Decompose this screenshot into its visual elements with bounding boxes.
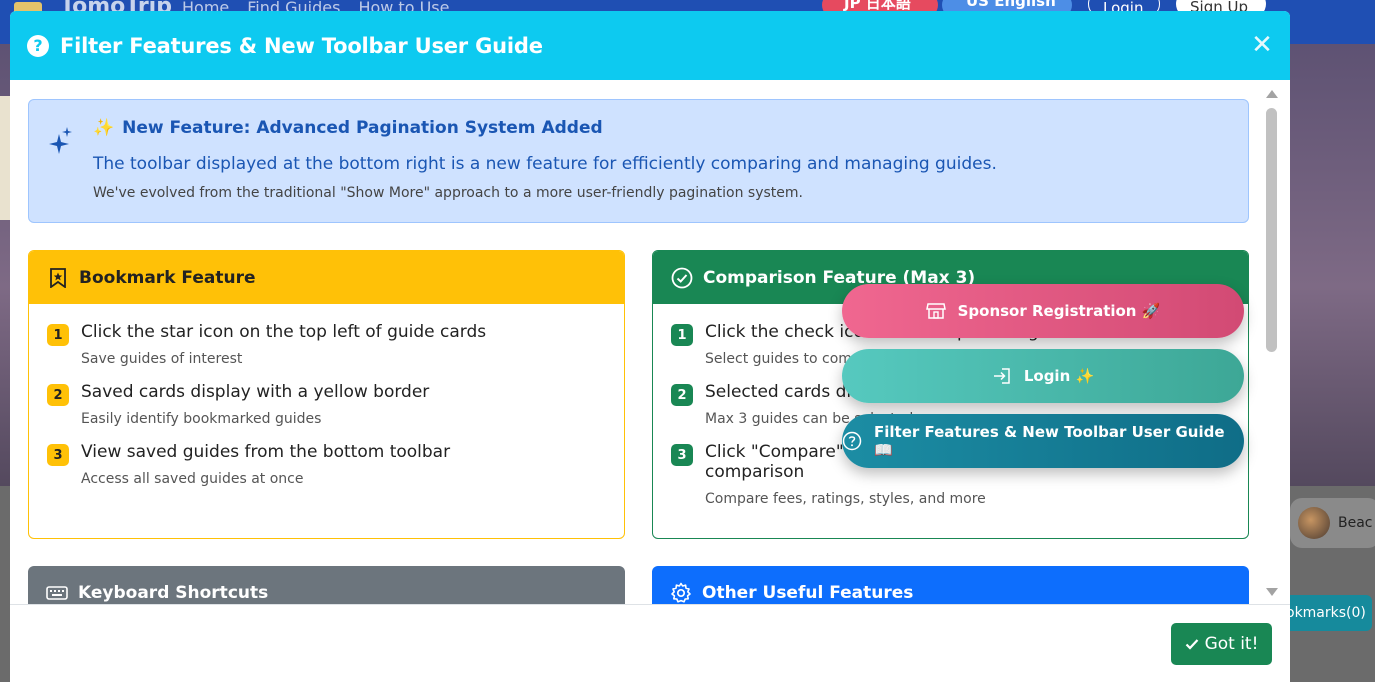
- scroll-up-arrow-icon[interactable]: [1266, 90, 1278, 98]
- list-item: 2 Saved cards display with a yellow bord…: [47, 382, 606, 427]
- step-title: Click the star icon on the top left of g…: [81, 322, 487, 342]
- keyboard-shortcuts-card: Keyboard Shortcuts: [28, 566, 625, 604]
- bookmark-steps: 1 Click the star icon on the top left of…: [29, 304, 624, 487]
- sparkle-emoji-icon: ✨: [93, 118, 115, 138]
- guide-chip-text: Beac: [1338, 515, 1373, 531]
- sponsor-registration-label: Sponsor Registration 🚀: [957, 302, 1161, 320]
- background-hero-logo: [0, 96, 10, 220]
- alert-description: The toolbar displayed at the bottom righ…: [93, 154, 997, 174]
- guide-avatar: [1298, 507, 1330, 539]
- user-guide-label: Filter Features & New Toolbar User Guide…: [874, 423, 1225, 459]
- check-circle-icon: [671, 267, 693, 289]
- scrollbar-thumb[interactable]: [1266, 108, 1277, 352]
- step-number-badge: 2: [47, 384, 69, 406]
- keyboard-card-header: Keyboard Shortcuts: [28, 566, 625, 604]
- close-button[interactable]: ✕: [1250, 32, 1274, 58]
- bookmarks-toolbar-button[interactable]: okmarks(0): [1282, 595, 1372, 631]
- step-description: Compare fees, ratings, styles, and more: [705, 491, 986, 507]
- step-description: Save guides of interest: [81, 351, 243, 367]
- other-card-title: Other Useful Features: [702, 582, 914, 603]
- keyboard-card-title: Keyboard Shortcuts: [78, 582, 269, 603]
- alert-subdescription: We've evolved from the traditional "Show…: [93, 185, 803, 201]
- sparkles-icon: [49, 127, 72, 154]
- store-icon: [925, 301, 946, 321]
- step-number-badge: 1: [671, 324, 693, 346]
- step-description: Access all saved guides at once: [81, 471, 304, 487]
- scroll-down-arrow-icon[interactable]: [1266, 588, 1278, 596]
- new-feature-alert: ✨ New Feature: Advanced Pagination Syste…: [28, 99, 1249, 223]
- login-arrow-icon: [992, 366, 1012, 386]
- bookmark-card-header: Bookmark Feature: [29, 251, 624, 304]
- other-features-card: Other Useful Features: [652, 566, 1249, 604]
- got-it-label: Got it!: [1204, 634, 1259, 654]
- user-guide-button[interactable]: Filter Features & New Toolbar User Guide…: [842, 414, 1244, 468]
- alert-heading-text: New Feature: Advanced Pagination System …: [122, 118, 603, 138]
- step-number-badge: 3: [47, 444, 69, 466]
- step-number-badge: 3: [671, 444, 693, 466]
- floating-login-button[interactable]: Login ✨: [842, 349, 1244, 403]
- modal-scrollbar[interactable]: [1264, 86, 1278, 602]
- bookmark-feature-card: Bookmark Feature 1 Click the star icon o…: [28, 250, 625, 539]
- bookmark-star-icon: [47, 267, 69, 289]
- checkmark-icon: [1185, 639, 1198, 650]
- question-circle-icon: [842, 431, 862, 451]
- modal-header: ? Filter Features & New Toolbar User Gui…: [10, 11, 1290, 80]
- gear-icon: [670, 582, 692, 604]
- got-it-button[interactable]: Got it!: [1171, 623, 1272, 665]
- modal-title: Filter Features & New Toolbar User Guide: [60, 33, 543, 58]
- bookmark-card-title: Bookmark Feature: [79, 267, 256, 288]
- step-number-badge: 2: [671, 384, 693, 406]
- user-guide-modal: ? Filter Features & New Toolbar User Gui…: [10, 11, 1290, 682]
- step-number-badge: 1: [47, 324, 69, 346]
- floating-login-label: Login ✨: [1023, 367, 1095, 385]
- list-item: 1 Click the star icon on the top left of…: [47, 322, 606, 367]
- modal-body[interactable]: ✨ New Feature: Advanced Pagination Syste…: [10, 80, 1290, 604]
- step-title: View saved guides from the bottom toolba…: [81, 442, 451, 462]
- step-title: Saved cards display with a yellow border: [81, 382, 430, 402]
- sponsor-registration-button[interactable]: Sponsor Registration 🚀: [842, 284, 1244, 338]
- modal-footer: Got it!: [10, 604, 1290, 682]
- other-card-header: Other Useful Features: [652, 566, 1249, 604]
- alert-heading: ✨ New Feature: Advanced Pagination Syste…: [93, 118, 603, 138]
- question-circle-icon: ?: [27, 34, 49, 57]
- keyboard-icon: [46, 582, 68, 604]
- list-item: 3 View saved guides from the bottom tool…: [47, 442, 606, 487]
- background-guide-chip[interactable]: Beac: [1290, 498, 1375, 548]
- step-description: Easily identify bookmarked guides: [81, 411, 322, 427]
